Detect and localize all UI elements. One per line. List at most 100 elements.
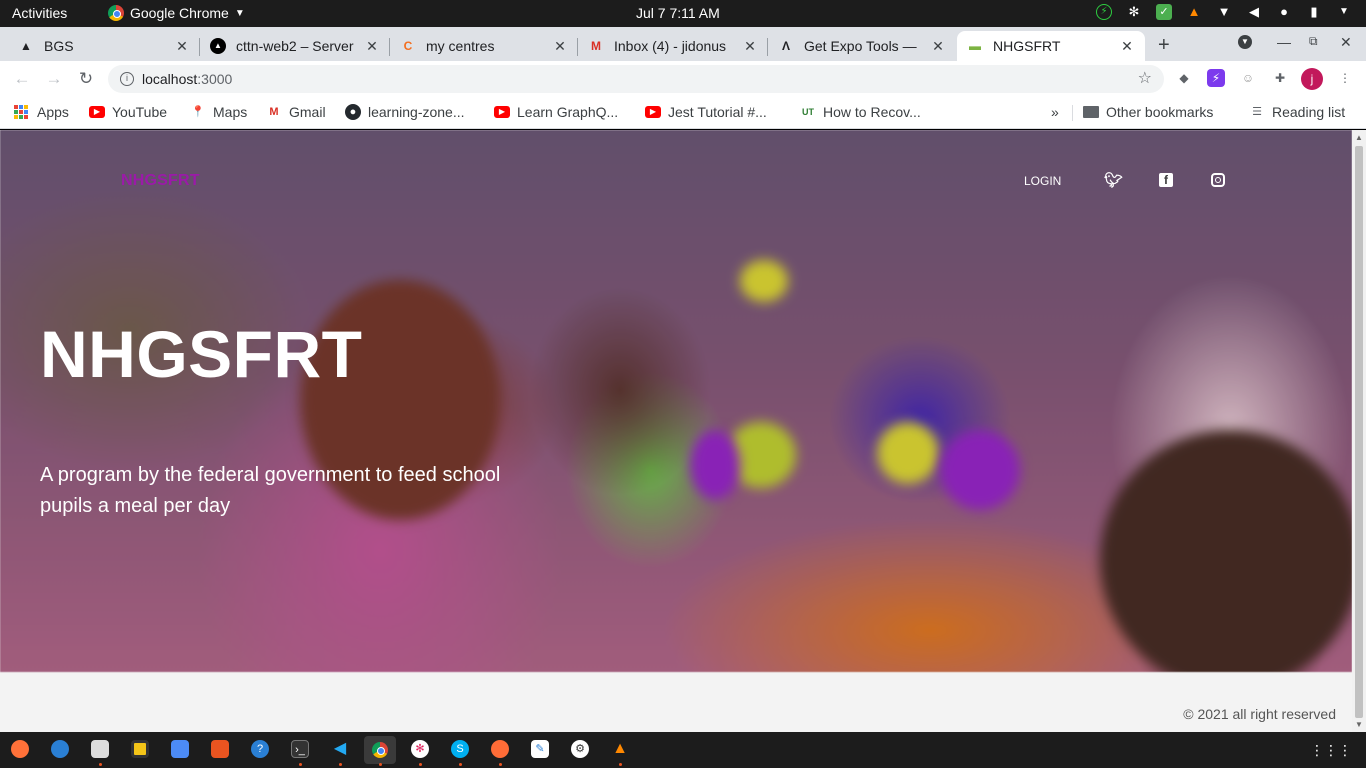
slack-dock-icon[interactable]: ✻ (411, 740, 429, 758)
restore-button[interactable]: ⧉ (1309, 34, 1318, 49)
help-icon[interactable]: ? (251, 740, 269, 758)
skype-icon[interactable]: S (451, 740, 469, 758)
postman-icon[interactable] (491, 740, 509, 758)
close-icon[interactable]: ✕ (364, 38, 380, 55)
github-icon: ● (345, 104, 361, 120)
bookmarks-overflow-button[interactable]: » (1051, 104, 1059, 120)
kebab-menu-icon[interactable]: ⋮ (1336, 69, 1354, 87)
app-menu[interactable]: Google Chrome ▼ (108, 5, 245, 21)
extension-face-icon[interactable]: ☺ (1239, 69, 1257, 87)
taskbar-dock: ? ›_ ◀ ✻ S ✎ ⚙ ▲ ⋮⋮⋮ (0, 732, 1366, 768)
tab-expo[interactable]: Λ Get Expo Tools — ✕ (768, 31, 956, 61)
tab-nhgsfrt[interactable]: ▬ NHGSFRT ✕ (957, 31, 1145, 61)
other-bookmarks-label: Other bookmarks (1106, 104, 1214, 120)
forward-button[interactable]: → (44, 69, 64, 89)
system-tray[interactable]: ⚡ ✻ ✓ ▲ ▼ ◀ ● ▮ ▼ (1096, 4, 1352, 20)
apps-grid-icon (14, 105, 30, 119)
bookmark-learning-zone[interactable]: ● learning-zone... (345, 104, 465, 120)
site-brand[interactable]: NHGSFRT (121, 172, 200, 190)
thunderbird-icon[interactable] (51, 740, 69, 758)
extension-bolt-icon[interactable]: ⚡ (1207, 69, 1225, 87)
microphone-icon[interactable]: ● (1276, 4, 1292, 20)
folder-icon (1083, 106, 1099, 118)
power-icon[interactable]: ⚡ (1096, 4, 1112, 20)
clock[interactable]: Jul 7 7:11 AM (636, 5, 720, 21)
bookmark-star-icon[interactable]: ☆ (1138, 65, 1152, 93)
tab-title: NHGSFRT (993, 38, 1061, 54)
bookmark-youtube[interactable]: ▶ YouTube (89, 104, 167, 120)
triangle-icon: ▲ (20, 39, 32, 53)
hero-title: NHGSFRT (40, 317, 363, 391)
chevron-down-icon: ▼ (234, 7, 245, 19)
reading-list-icon: ☰ (1252, 106, 1262, 118)
settings-icon[interactable]: ⚙ (571, 740, 589, 758)
extension-rocket-icon[interactable]: ◆ (1175, 69, 1193, 87)
rhythmbox-icon[interactable] (131, 740, 149, 758)
bookmark-apps[interactable]: Apps (14, 104, 69, 120)
bookmark-maps[interactable]: 📍 Maps (190, 104, 247, 120)
wifi-icon[interactable]: ▼ (1216, 4, 1232, 20)
writer-icon[interactable] (171, 740, 189, 758)
tab-cttn-web2[interactable]: ▲ cttn-web2 – Server ✕ (200, 31, 390, 61)
other-bookmarks[interactable]: Other bookmarks (1083, 104, 1213, 120)
terminal-icon[interactable]: ›_ (291, 740, 309, 758)
vlc-icon[interactable]: ▲ (1186, 4, 1202, 20)
tab-search-icon[interactable]: ▼ (1238, 35, 1252, 49)
bookmark-label: Maps (213, 104, 248, 120)
slack-icon[interactable]: ✻ (1126, 4, 1142, 20)
facebook-icon[interactable]: f (1159, 173, 1173, 187)
scrollbar-thumb[interactable] (1355, 146, 1363, 718)
bookmark-label: learning-zone... (368, 104, 465, 120)
info-icon[interactable]: i (120, 72, 134, 86)
software-center-icon[interactable] (211, 740, 229, 758)
page-viewport: NHGSFRT LOGIN 🐦︎ f NHGSFRT A program by … (0, 130, 1352, 732)
close-icon[interactable]: ✕ (930, 38, 946, 55)
reading-list[interactable]: ☰ Reading list (1249, 104, 1345, 120)
scroll-up-arrow-icon[interactable]: ▲ (1355, 133, 1363, 142)
reload-button[interactable]: ↻ (76, 69, 96, 89)
scroll-down-arrow-icon[interactable]: ▼ (1355, 720, 1363, 729)
bookmark-label: Gmail (289, 104, 326, 120)
extensions-puzzle-icon[interactable]: ✚ (1271, 69, 1289, 87)
close-icon[interactable]: ✕ (174, 38, 190, 55)
tab-my-centres[interactable]: C my centres ✕ (390, 31, 578, 61)
twitter-icon[interactable]: 🐦︎ (1104, 171, 1123, 189)
site-navbar: NHGSFRT LOGIN 🐦︎ f (0, 130, 1352, 230)
chevron-down-icon[interactable]: ▼ (1336, 4, 1352, 20)
close-icon[interactable]: ✕ (1119, 38, 1135, 55)
text-editor-icon[interactable]: ✎ (531, 740, 549, 758)
bookmark-jest-tutorial[interactable]: ▶ Jest Tutorial #... (645, 104, 767, 120)
login-link[interactable]: LOGIN (1024, 174, 1061, 188)
files-icon[interactable] (91, 740, 109, 758)
tab-bgs[interactable]: ▲ BGS ✕ (8, 31, 200, 61)
volume-icon[interactable]: ◀ (1246, 4, 1262, 20)
page-scrollbar[interactable]: ▲ ▼ (1352, 130, 1366, 732)
vercel-icon: ▲ (210, 38, 226, 54)
back-button[interactable]: ← (12, 69, 32, 89)
vlc-dock-icon[interactable]: ▲ (611, 740, 629, 758)
profile-avatar[interactable]: j (1301, 68, 1323, 90)
new-tab-button[interactable]: + (1158, 34, 1170, 57)
vscode-icon[interactable]: ◀ (331, 740, 349, 758)
firefox-icon[interactable] (11, 740, 29, 758)
bookmark-learn-graphql[interactable]: ▶ Learn GraphQ... (494, 104, 618, 120)
check-shield-icon[interactable]: ✓ (1156, 4, 1172, 20)
instagram-icon[interactable] (1211, 173, 1225, 187)
minimize-button[interactable]: — (1277, 34, 1291, 50)
show-applications-icon[interactable]: ⋮⋮⋮ (1310, 742, 1352, 759)
tab-title: BGS (44, 38, 74, 54)
chrome-dock-icon[interactable] (364, 736, 396, 764)
tab-title: Inbox (4) - jidonus (614, 38, 727, 54)
expo-icon: Λ (781, 39, 790, 53)
tab-inbox[interactable]: M Inbox (4) - jidonus ✕ (578, 31, 768, 61)
chrome-icon (108, 5, 124, 21)
address-bar[interactable]: i localhost:3000 ☆ (108, 65, 1164, 93)
bookmark-gmail[interactable]: M Gmail (266, 104, 326, 120)
youtube-icon: ▶ (494, 106, 510, 118)
activities-button[interactable]: Activities (12, 5, 67, 21)
close-window-button[interactable]: ✕ (1340, 34, 1352, 51)
close-icon[interactable]: ✕ (552, 38, 568, 55)
bookmark-how-to-recover[interactable]: UT How to Recov... (800, 104, 921, 120)
battery-icon[interactable]: ▮ (1306, 4, 1322, 20)
close-icon[interactable]: ✕ (742, 38, 758, 55)
